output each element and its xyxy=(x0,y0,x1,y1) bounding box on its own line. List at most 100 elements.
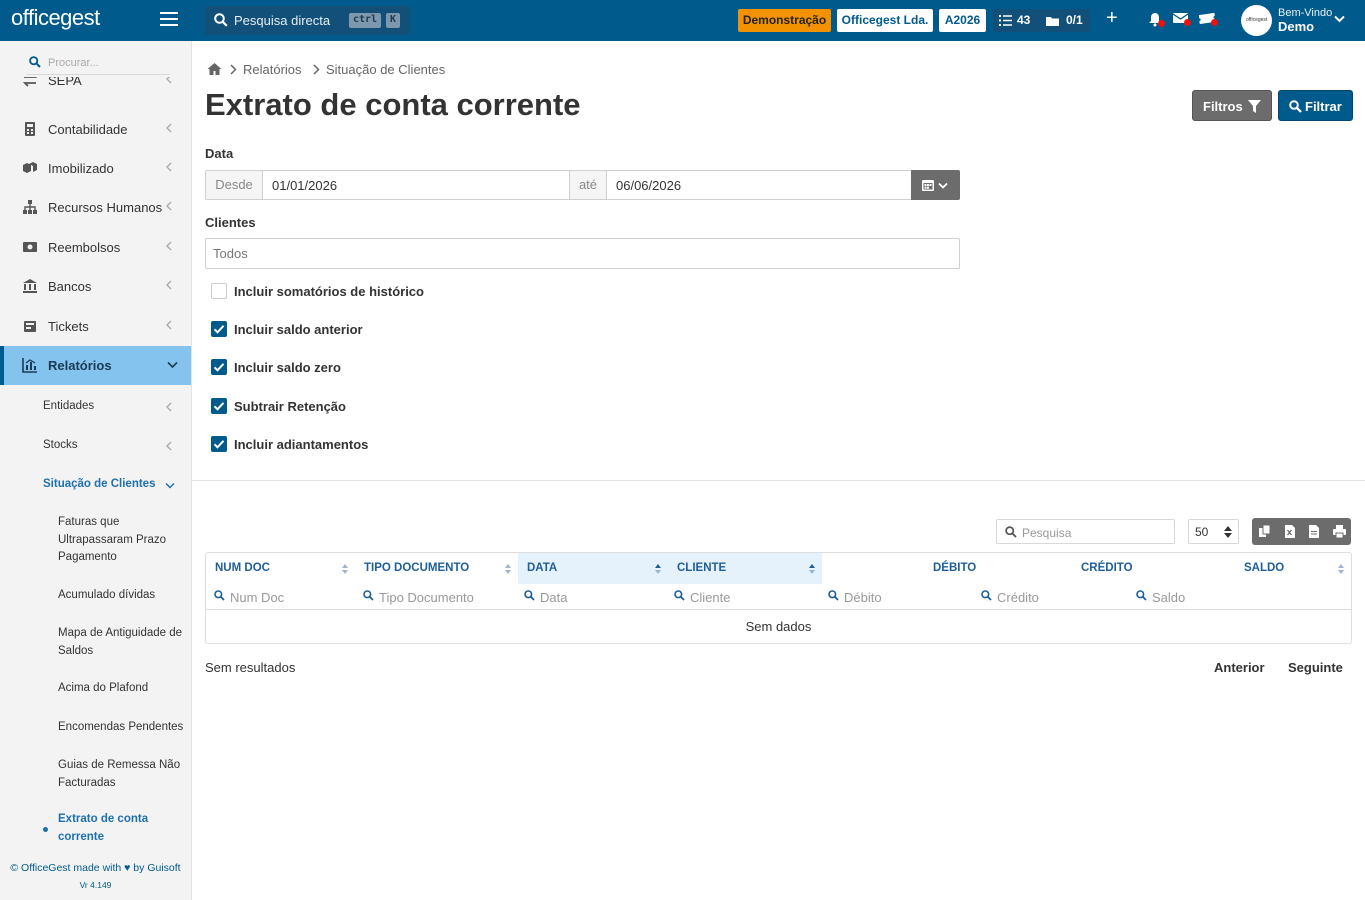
year-badge[interactable]: A2026 xyxy=(939,9,986,32)
search-icon xyxy=(674,590,685,601)
next-page-button[interactable]: Seguinte xyxy=(1288,660,1343,675)
page-size-select[interactable]: 50 xyxy=(1188,519,1239,544)
pdf-export-button[interactable] xyxy=(1302,518,1326,545)
file-icon xyxy=(1309,525,1319,538)
sidebar-subsub-mapa-antiguidade[interactable]: Mapa de Antiguidade de Saldos xyxy=(58,625,188,660)
avatar[interactable]: officegest xyxy=(1241,5,1272,36)
breadcrumb-situacao-clientes[interactable]: Situação de Clientes xyxy=(326,62,445,77)
chart-icon xyxy=(22,358,37,373)
column-header-cliente[interactable]: CLIENTE xyxy=(668,553,822,584)
filter-cliente[interactable]: Cliente xyxy=(674,584,814,609)
table-empty-message: Sem dados xyxy=(745,619,812,634)
mail-icon[interactable] xyxy=(1172,12,1191,27)
date-to-input[interactable] xyxy=(607,171,911,199)
apply-filter-button[interactable]: Filtrar xyxy=(1278,90,1353,121)
sidebar-footer[interactable]: © OfficeGest made with ♥ by Guisoft xyxy=(0,862,191,874)
chevron-left-icon xyxy=(166,441,172,451)
home-icon[interactable] xyxy=(207,62,222,76)
quick-search[interactable]: Pesquisa directa ctrl K xyxy=(205,6,410,35)
sidebar-item-recursos-humanos[interactable]: Recursos Humanos xyxy=(0,190,191,224)
sidebar-item-imobilizado[interactable]: Imobilizado xyxy=(0,151,191,185)
sidebar-sub-stocks[interactable]: Stocks xyxy=(0,437,191,457)
sidebar-item-bancos[interactable]: Bancos xyxy=(0,269,191,303)
tasks-icon xyxy=(999,15,1012,26)
sidebar-subsub-acima-plafond[interactable]: Acima do Plafond xyxy=(58,680,188,698)
chevron-left-icon xyxy=(166,162,172,172)
sort-asc-icon xyxy=(809,564,815,574)
sidebar-item-tickets[interactable]: Tickets xyxy=(0,309,191,343)
sitemap-icon xyxy=(23,200,37,214)
filter-num-doc[interactable]: Num Doc xyxy=(214,584,354,609)
company-badge[interactable]: Officegest Lda. xyxy=(837,9,933,32)
chevron-left-icon xyxy=(166,201,172,211)
table-search-input[interactable]: Pesquisa xyxy=(996,519,1175,544)
sidebar-subsub-faturas-prazo[interactable]: Faturas que Ultrapassaram Prazo Pagament… xyxy=(58,514,188,567)
sidebar-subsub-acumulado-dividas[interactable]: Acumulado dívidas xyxy=(58,587,188,605)
filter-saldo[interactable]: Saldo xyxy=(1136,584,1276,609)
sidebar-search[interactable]: Procurar... xyxy=(27,51,170,75)
chevron-left-icon xyxy=(166,241,172,251)
demo-badge[interactable]: Demonstração xyxy=(738,9,831,32)
filter-icon xyxy=(1248,100,1261,113)
breadcrumb-relatorios[interactable]: Relatórios xyxy=(243,62,302,77)
filter-debito[interactable]: Débito xyxy=(828,584,968,609)
check-icon xyxy=(213,402,225,411)
money-bill-icon xyxy=(23,242,37,252)
filter-data[interactable]: Data xyxy=(524,584,664,609)
checkbox-checked[interactable] xyxy=(211,359,227,375)
app-logo[interactable]: officegest xyxy=(11,5,100,31)
date-label: Data xyxy=(205,146,234,161)
chevron-left-icon xyxy=(166,402,172,412)
checkbox-checked[interactable] xyxy=(211,436,227,452)
sidebar-sub-situacao-clientes[interactable]: Situação de Clientes xyxy=(0,476,191,496)
column-header-num-doc[interactable]: NUM DOC xyxy=(206,553,355,584)
calendar-dropdown-button[interactable] xyxy=(911,170,960,200)
sidebar-subsub-guias-remessa[interactable]: Guias de Remessa Não Facturadas xyxy=(58,757,188,792)
column-header-credito[interactable]: CRÉDITO xyxy=(976,553,1133,584)
menu-toggle-icon[interactable] xyxy=(160,12,178,28)
checkbox-checked[interactable] xyxy=(211,321,227,337)
sidebar-subsub-encomendas-pendentes[interactable]: Encomendas Pendentes xyxy=(58,719,188,737)
checkbox-unchecked[interactable] xyxy=(211,283,227,299)
column-header-data[interactable]: DATA xyxy=(518,553,668,584)
sidebar-item-sepa[interactable]: SEPA xyxy=(0,77,191,97)
sidebar: Procurar... SEPA Contabilidade Imobiliza… xyxy=(0,41,192,900)
clientes-select[interactable] xyxy=(205,238,960,269)
sidebar-item-label: SEPA xyxy=(48,77,82,88)
chevron-left-icon xyxy=(166,123,172,133)
table-search-placeholder: Pesquisa xyxy=(1022,526,1072,540)
filter-credito[interactable]: Crédito xyxy=(981,584,1121,609)
column-header-saldo[interactable]: SALDO xyxy=(1132,553,1351,584)
filter-tipo-documento[interactable]: Tipo Documento xyxy=(363,584,513,609)
sidebar-subsub-extrato-conta[interactable]: Extrato de conta corrente xyxy=(58,811,188,846)
sidebar-item-reembolsos[interactable]: Reembolsos xyxy=(0,230,191,264)
bell-icon[interactable] xyxy=(1148,12,1165,30)
folder-icon xyxy=(1046,17,1059,26)
filters-button[interactable]: Filtros xyxy=(1192,90,1272,121)
previous-page-button[interactable]: Anterior xyxy=(1214,660,1265,675)
add-icon[interactable]: + xyxy=(1106,7,1118,30)
sidebar-item-relatorios[interactable]: Relatórios xyxy=(0,346,191,385)
date-from-input[interactable] xyxy=(263,171,569,199)
top-bar: officegest Pesquisa directa ctrl K Demon… xyxy=(0,0,1365,41)
ticket-notification-icon[interactable] xyxy=(1198,12,1218,27)
chevron-down-icon[interactable] xyxy=(1334,15,1345,23)
sidebar-item-contabilidade[interactable]: Contabilidade xyxy=(0,112,191,146)
export-button-group xyxy=(1252,518,1351,545)
chevron-right-icon xyxy=(313,64,320,75)
table-divider xyxy=(206,609,1351,610)
user-name[interactable]: Demo xyxy=(1278,19,1314,34)
checkbox-checked[interactable] xyxy=(211,398,227,414)
tasks-badge[interactable]: 43 0/1 xyxy=(993,9,1090,32)
copy-button[interactable] xyxy=(1253,518,1277,545)
column-header-debito[interactable]: DÉBITO xyxy=(822,553,976,584)
column-header-tipo-documento[interactable]: TIPO DOCUMENTO xyxy=(355,553,518,584)
excel-export-button[interactable] xyxy=(1278,518,1302,545)
sidebar-sub-entidades[interactable]: Entidades xyxy=(0,398,191,418)
page-title: Extrato de conta corrente xyxy=(205,87,581,122)
ticket-icon xyxy=(24,321,36,332)
boxes-icon xyxy=(23,162,37,173)
print-button[interactable] xyxy=(1327,518,1351,545)
calculator-icon xyxy=(25,122,35,136)
section-divider xyxy=(192,480,1365,481)
